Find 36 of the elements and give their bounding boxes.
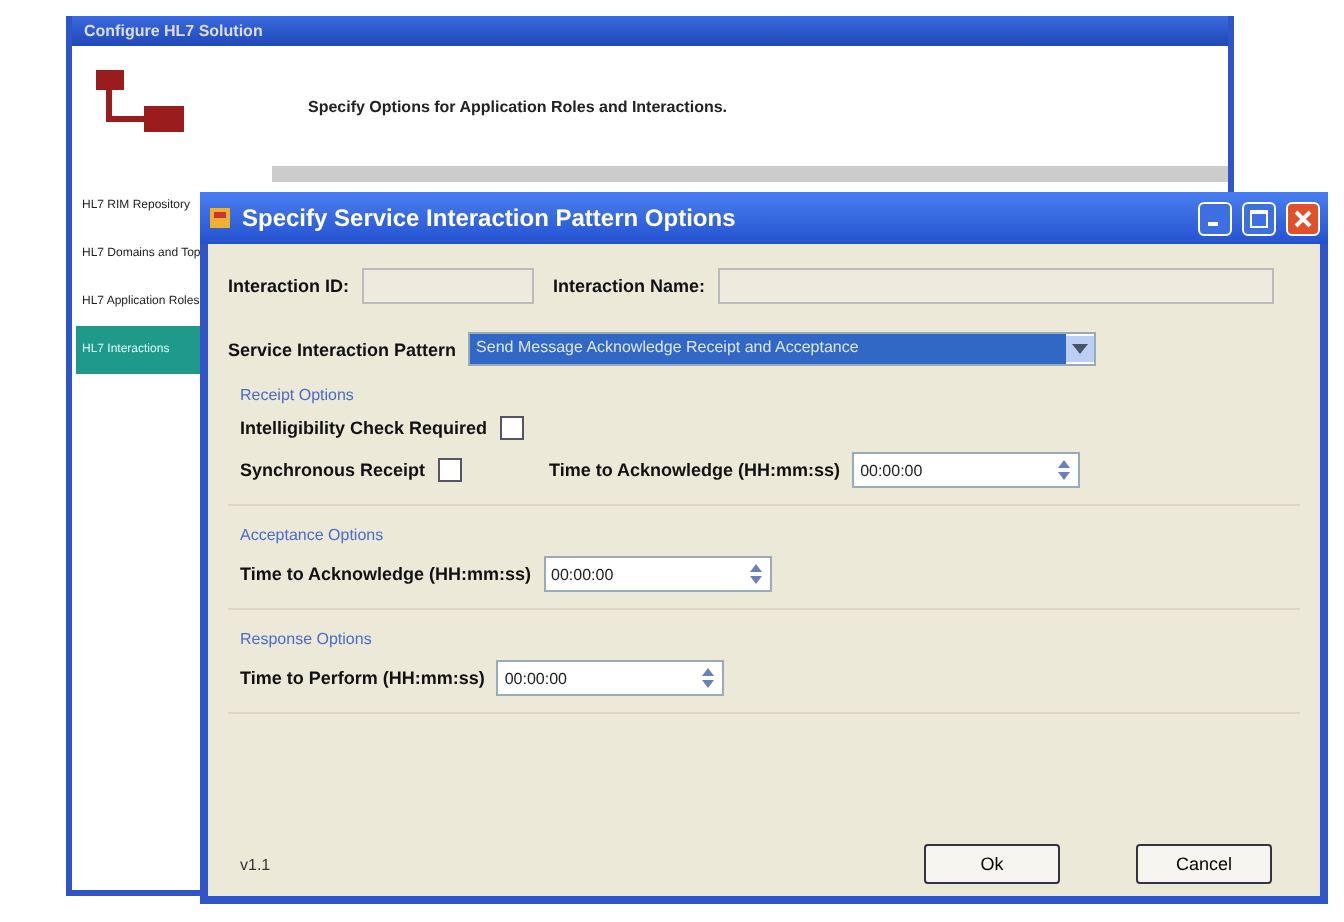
field-label: Interaction ID: [228, 276, 350, 296]
maximize-icon[interactable] [1250, 209, 1268, 227]
time-value: 00:00:00 [502, 669, 569, 687]
field-label: Time to Acknowledge (HH:mm:ss) [240, 564, 532, 584]
spin-arrows-icon[interactable] [700, 666, 717, 690]
time-value: 00:00:00 [858, 461, 925, 479]
pattern-dropdown[interactable]: Send Message Acknowledge Receipt and Acceptance [468, 332, 1097, 366]
group-title: Receipt Options [240, 386, 356, 404]
dialog-title: Specify Service Interaction Pattern Options [242, 204, 738, 232]
ok-button[interactable]: Ok [924, 844, 1060, 884]
spin-arrows-icon[interactable] [1056, 458, 1073, 482]
checkbox-label: Synchronous Receipt [240, 460, 426, 480]
field-label: Time to Perform (HH:mm:ss) [240, 668, 485, 688]
close-icon[interactable] [1294, 209, 1312, 227]
chevron-down-icon[interactable] [1072, 344, 1089, 354]
version-label: v1.1 [240, 855, 273, 873]
checkbox[interactable] [437, 458, 462, 482]
checkbox-label: Intelligibility Check Required [240, 418, 488, 438]
cancel-button[interactable]: Cancel [1136, 844, 1272, 884]
field-label: Interaction Name: [553, 276, 706, 296]
time-spinner[interactable]: 00:00:00 [496, 660, 725, 696]
time-spinner[interactable]: 00:00:00 [543, 556, 772, 592]
close-button[interactable] [1286, 201, 1320, 235]
checkbox[interactable] [499, 416, 524, 440]
page-heading: Specify Options for Application Roles and Interactions. [308, 97, 728, 115]
group-title: Acceptance Options [240, 526, 386, 544]
window-title: Configure HL7 Solution [72, 16, 1228, 46]
maximize-button[interactable] [1242, 201, 1276, 235]
spin-arrows-icon[interactable] [747, 562, 764, 586]
field-label: Time to Acknowledge (HH:mm:ss) [549, 460, 841, 480]
minimize-button[interactable] [1198, 201, 1232, 235]
time-spinner[interactable]: 00:00:00 [852, 452, 1081, 488]
time-value: 00:00:00 [549, 565, 616, 583]
field-label: Service Interaction Pattern [228, 339, 457, 359]
app-icon [208, 206, 232, 230]
group-title: Response Options [240, 630, 374, 648]
